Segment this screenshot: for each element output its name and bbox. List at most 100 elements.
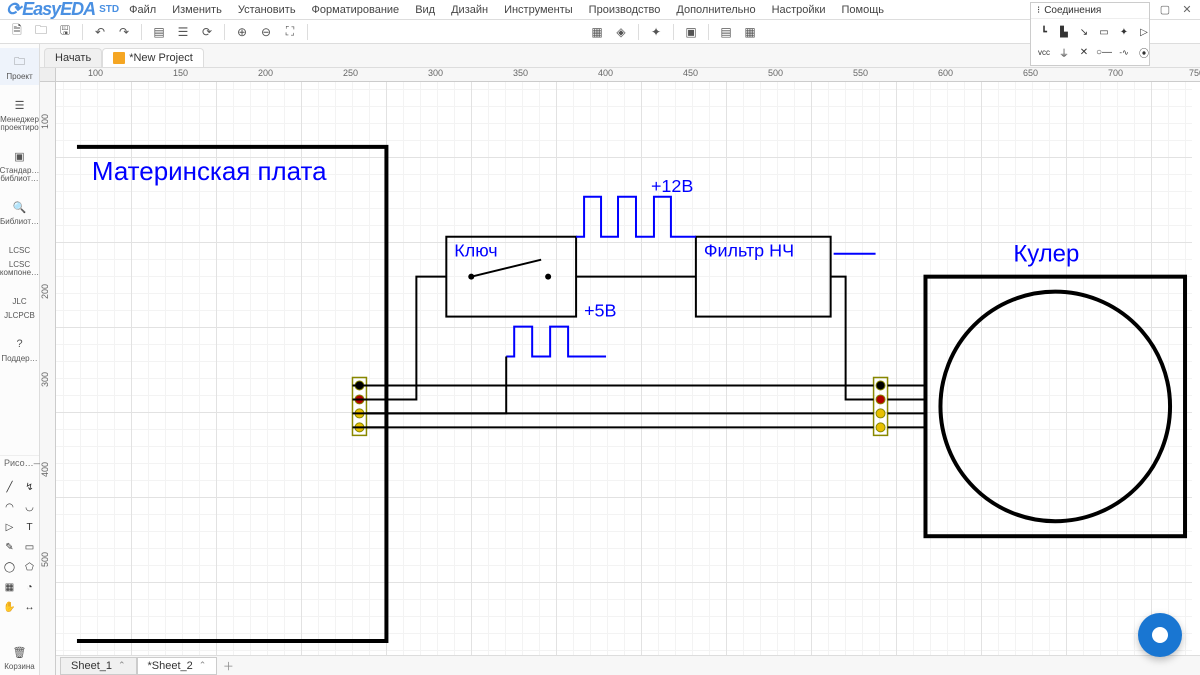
sidebar-library[interactable]: 🔍 Библиот…	[0, 193, 39, 230]
zoom-fit-icon[interactable]: ⛶	[279, 22, 301, 42]
arc2-tool-icon[interactable]: ◡	[21, 498, 39, 516]
left-sidebar: 🗀 Проект ☰ Менеджер проектиро ▣ Стандар……	[0, 44, 40, 675]
sidebar-std-library[interactable]: ▣ Стандар… библиот…	[0, 142, 39, 187]
freehand-tool-icon[interactable]: ✎	[1, 538, 19, 556]
menu-tools[interactable]: Инструменты	[498, 2, 579, 18]
trash-icon: 🗑	[10, 642, 30, 662]
pie-tool-icon[interactable]: ◔	[21, 578, 39, 596]
tick-h: 700	[1108, 68, 1123, 78]
line-tool-icon[interactable]: ╱	[1, 478, 19, 496]
bus-tool-icon[interactable]: ▙	[1055, 23, 1073, 41]
netlabel-tool-icon[interactable]: ▭	[1095, 23, 1113, 41]
wiring-toolbox[interactable]: ⁝Соединения ┗ ▙ ↘ ▭ ✦ ▷ vcc ⏚ ✕ ○— -∿ ⦿	[1030, 2, 1150, 66]
tab-new-project[interactable]: *New Project	[102, 48, 204, 67]
cooler-label: Кулер	[1013, 241, 1079, 268]
main-toolbar: 🗎 🗀 🖫 ↶ ↷ ▤ ☰ ⟳ ⊕ ⊖ ⛶ ▦ ◈ ✦ ▣ ▤ ▦	[0, 20, 1200, 44]
chevron-up-icon[interactable]: ⌃	[118, 660, 126, 671]
tool-f-icon[interactable]: ▦	[739, 22, 761, 42]
align-icon[interactable]: ▤	[148, 22, 170, 42]
ruler-corner	[40, 68, 56, 82]
menu-view[interactable]: Вид	[409, 2, 441, 18]
logo-mark-icon: ⟳	[6, 0, 20, 20]
menu-file[interactable]: Файл	[123, 2, 162, 18]
pin-tool-icon[interactable]: ○—	[1095, 43, 1113, 61]
sidebar-support-label: Поддер…	[1, 355, 37, 363]
tool-e-icon[interactable]: ▤	[715, 22, 737, 42]
sheet-tab-1[interactable]: Sheet_1⌃	[60, 657, 137, 675]
polygon-tool-icon[interactable]: ⬠	[21, 558, 39, 576]
polyline-tool-icon[interactable]: ↯	[21, 478, 39, 496]
port-tool-icon[interactable]: ▷	[1135, 23, 1153, 41]
menu-advanced[interactable]: Дополнительно	[670, 2, 761, 18]
sidebar-support[interactable]: ? Поддер…	[0, 330, 39, 367]
text-tool-icon[interactable]: T	[21, 518, 39, 536]
undo-icon[interactable]: ↶	[89, 22, 111, 42]
menu-manufacture[interactable]: Производство	[583, 2, 667, 18]
open-folder-icon[interactable]: 🗀	[30, 22, 52, 42]
arrow-tool-icon[interactable]: ▷	[1, 518, 19, 536]
menu-settings[interactable]: Настройки	[766, 2, 832, 18]
sidebar-project[interactable]: 🗀 Проект	[0, 48, 39, 85]
window-close-icon[interactable]: ✕	[1180, 3, 1194, 17]
tick-h: 400	[598, 68, 613, 78]
busentry-tool-icon[interactable]: ↘	[1075, 23, 1093, 41]
drawing-tools-header: Рисо…—	[0, 455, 39, 470]
tool-d-icon[interactable]: ▣	[680, 22, 702, 42]
tick-h: 650	[1023, 68, 1038, 78]
ruler-horizontal: 100 150 200 250 300 350 400 450 500 550 …	[56, 68, 1200, 82]
sidebar-design-manager[interactable]: ☰ Менеджер проектиро	[0, 91, 39, 136]
chat-bubble-button[interactable]	[1138, 613, 1182, 657]
gnd-tool-icon[interactable]: ⏚	[1055, 43, 1073, 61]
sheet-tab-2[interactable]: *Sheet_2⌃	[137, 657, 218, 675]
rotate-icon[interactable]: ⟳	[196, 22, 218, 42]
sidebar-trash[interactable]: 🗑 Корзина	[0, 638, 39, 675]
sidebar-lcsc[interactable]: LCSC LCSC компоне…	[0, 236, 39, 281]
menu-install[interactable]: Установить	[232, 2, 302, 18]
tick-v: 300	[40, 372, 50, 387]
tool-a-icon[interactable]: ▦	[586, 22, 608, 42]
vcc-tool-icon[interactable]: vcc	[1035, 43, 1053, 61]
tick-v: 200	[40, 284, 50, 299]
chevron-up-icon[interactable]: ⌃	[199, 660, 207, 671]
tick-h: 300	[428, 68, 443, 78]
header-right	[874, 377, 888, 435]
tool-c-icon[interactable]: ✦	[645, 22, 667, 42]
arc-tool-icon[interactable]: ◠	[1, 498, 19, 516]
new-file-icon[interactable]: 🗎	[6, 22, 28, 42]
tab-start[interactable]: Начать	[44, 48, 102, 67]
rect-tool-icon[interactable]: ▭	[21, 538, 39, 556]
project-tab-icon	[113, 52, 125, 64]
tool-b-icon[interactable]: ◈	[610, 22, 632, 42]
ellipse-tool-icon[interactable]: ◯	[1, 558, 19, 576]
zoom-out-icon[interactable]: ⊖	[255, 22, 277, 42]
motherboard-label: Материнская плата	[92, 158, 327, 186]
menu-edit[interactable]: Изменить	[166, 2, 228, 18]
right-gutter	[1192, 82, 1200, 655]
image-tool-icon[interactable]: ▦	[1, 578, 19, 596]
noconnect-tool-icon[interactable]: ✕	[1075, 43, 1093, 61]
measure-tool-icon[interactable]: ↔	[21, 598, 39, 616]
search-icon: 🔍	[10, 197, 30, 217]
netflag-tool-icon[interactable]: ✦	[1115, 23, 1133, 41]
schematic-canvas[interactable]: Материнская плата Ключ Фильтр НЧ +	[56, 82, 1200, 655]
add-sheet-button[interactable]: ＋	[217, 658, 239, 674]
tick-h: 500	[768, 68, 783, 78]
window-maximize-icon[interactable]: ▢	[1158, 3, 1172, 17]
tick-v: 500	[40, 552, 50, 567]
lcsc-icon: LCSC	[10, 240, 30, 260]
zoom-in-icon[interactable]: ⊕	[231, 22, 253, 42]
drag-tool-icon[interactable]: ✋	[1, 598, 19, 616]
sidebar-jlcpcb[interactable]: JLC JLCPCB	[0, 287, 39, 324]
menu-design[interactable]: Дизайн	[445, 2, 494, 18]
menu-help[interactable]: Помощь	[836, 2, 891, 18]
probe-tool-icon[interactable]: ⦿	[1135, 43, 1153, 61]
save-icon[interactable]: 🖫	[54, 22, 76, 42]
resistor-tool-icon[interactable]: -∿	[1115, 43, 1133, 61]
pwm-12v-wave	[576, 197, 696, 237]
tick-v: 400	[40, 462, 50, 477]
wire-tool-icon[interactable]: ┗	[1035, 23, 1053, 41]
filter-label: Фильтр НЧ	[704, 241, 794, 261]
distribute-icon[interactable]: ☰	[172, 22, 194, 42]
menu-format[interactable]: Форматирование	[306, 2, 406, 18]
redo-icon[interactable]: ↷	[113, 22, 135, 42]
